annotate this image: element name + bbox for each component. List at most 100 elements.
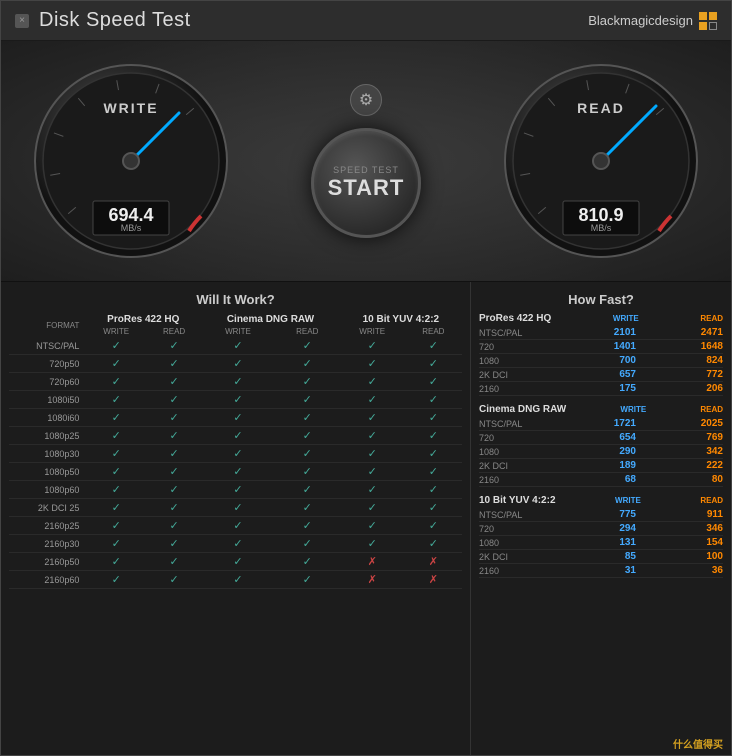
check-cell: ✓	[405, 373, 462, 391]
how-fast-title: How Fast?	[479, 292, 723, 307]
hf-read-value: 36	[683, 565, 723, 576]
table-row: 1080p30✓✓✓✓✓✓	[9, 445, 462, 463]
titlebar-left: × Disk Speed Test	[15, 9, 191, 32]
brand-logo: Blackmagicdesign	[588, 12, 717, 30]
hf-write-value: 68	[596, 474, 636, 485]
check-cell: ✓	[340, 337, 405, 355]
gauge-area: WRITE 694.4 MB/s ⚙ SPEED TEST START	[1, 41, 731, 281]
hf-section: ProRes 422 HQ WRITE READ NTSC/PAL 2101 2…	[479, 313, 723, 396]
check-icon: ✓	[233, 430, 242, 442]
check-cell: ✓	[147, 427, 201, 445]
check-cell: ✓	[201, 373, 275, 391]
hf-read-value: 80	[683, 474, 723, 485]
brand-squares	[699, 12, 717, 30]
check-icon: ✓	[169, 340, 178, 352]
check-icon: ✓	[429, 502, 438, 514]
svg-text:READ: READ	[577, 100, 625, 116]
check-icon: ✓	[368, 430, 377, 442]
hf-data-row: 2K DCI 85 100	[479, 550, 723, 564]
wiw-table: FORMAT ProRes 422 HQ Cinema DNG RAW 10 B…	[9, 313, 462, 589]
brand-sq-tl	[699, 12, 707, 20]
check-cell: ✓	[405, 391, 462, 409]
hf-resolution: 1080	[479, 356, 549, 366]
cross-icon: ✗	[368, 556, 377, 568]
check-icon: ✓	[303, 502, 312, 514]
start-button[interactable]: SPEED TEST START	[311, 128, 421, 238]
check-icon: ✓	[233, 466, 242, 478]
table-row: 1080p25✓✓✓✓✓✓	[9, 427, 462, 445]
hf-write-value: 700	[596, 355, 636, 366]
check-icon: ✓	[429, 466, 438, 478]
hf-codec-name: ProRes 422 HQ	[479, 313, 551, 324]
check-icon: ✓	[303, 466, 312, 478]
hf-write-value: 1401	[596, 341, 636, 352]
format-cell: 2160p60	[9, 571, 85, 589]
check-cell: ✓	[405, 409, 462, 427]
hf-resolution: NTSC/PAL	[479, 419, 549, 429]
check-cell: ✓	[275, 373, 340, 391]
check-cell: ✓	[85, 427, 147, 445]
hf-write-value: 85	[596, 551, 636, 562]
check-icon: ✓	[368, 358, 377, 370]
hf-resolution: 1080	[479, 447, 549, 457]
check-cell: ✓	[275, 517, 340, 535]
rd-h3: READ	[405, 326, 462, 337]
check-cell: ✓	[275, 445, 340, 463]
check-icon: ✓	[233, 340, 242, 352]
check-icon: ✓	[303, 538, 312, 550]
cross-icon: ✗	[368, 574, 377, 586]
check-icon: ✓	[112, 394, 121, 406]
check-cell: ✓	[85, 391, 147, 409]
check-icon: ✓	[169, 520, 178, 532]
check-icon: ✓	[429, 538, 438, 550]
cross-icon: ✗	[429, 574, 438, 586]
check-cell: ✓	[405, 481, 462, 499]
hf-resolution: 2160	[479, 384, 549, 394]
hf-codec-name: 10 Bit YUV 4:2:2	[479, 495, 556, 506]
hf-write-value: 775	[596, 509, 636, 520]
check-icon: ✓	[169, 502, 178, 514]
check-cell: ✓	[201, 355, 275, 373]
hf-read-label: READ	[700, 496, 723, 505]
check-icon: ✓	[368, 484, 377, 496]
check-cell: ✓	[405, 499, 462, 517]
gear-button[interactable]: ⚙	[350, 84, 382, 116]
hf-resolution: 2K DCI	[479, 552, 549, 562]
check-cell: ✓	[201, 337, 275, 355]
hf-data-row: 1080 290 342	[479, 445, 723, 459]
hf-read-value: 824	[683, 355, 723, 366]
check-cell: ✓	[405, 535, 462, 553]
check-icon: ✓	[112, 574, 121, 586]
check-cell: ✓	[340, 373, 405, 391]
check-cell: ✓	[340, 355, 405, 373]
check-cell: ✓	[275, 337, 340, 355]
check-icon: ✓	[429, 340, 438, 352]
check-icon: ✓	[303, 448, 312, 460]
svg-text:MB/s: MB/s	[121, 223, 142, 233]
codec2-header: Cinema DNG RAW	[201, 313, 340, 326]
hf-read-label: READ	[700, 405, 723, 414]
check-cell: ✓	[275, 463, 340, 481]
check-cell: ✓	[147, 337, 201, 355]
close-button[interactable]: ×	[15, 14, 29, 28]
hf-write-value: 294	[596, 523, 636, 534]
check-cell: ✓	[340, 427, 405, 445]
check-icon: ✓	[169, 394, 178, 406]
check-cell: ✓	[275, 553, 340, 571]
hf-read-value: 206	[683, 383, 723, 394]
brand-name: Blackmagicdesign	[588, 13, 693, 28]
check-cell: ✓	[147, 409, 201, 427]
svg-text:WRITE: WRITE	[103, 100, 158, 116]
check-icon: ✓	[112, 556, 121, 568]
check-icon: ✓	[368, 412, 377, 424]
hf-resolution: NTSC/PAL	[479, 510, 549, 520]
check-icon: ✓	[112, 358, 121, 370]
check-icon: ✓	[112, 448, 121, 460]
check-icon: ✓	[169, 412, 178, 424]
hf-data-row: 2K DCI 657 772	[479, 368, 723, 382]
check-icon: ✓	[303, 376, 312, 388]
hf-write-value: 657	[596, 369, 636, 380]
format-cell: 1080i50	[9, 391, 85, 409]
check-cell: ✓	[405, 445, 462, 463]
hf-write-label: WRITE	[613, 314, 639, 323]
